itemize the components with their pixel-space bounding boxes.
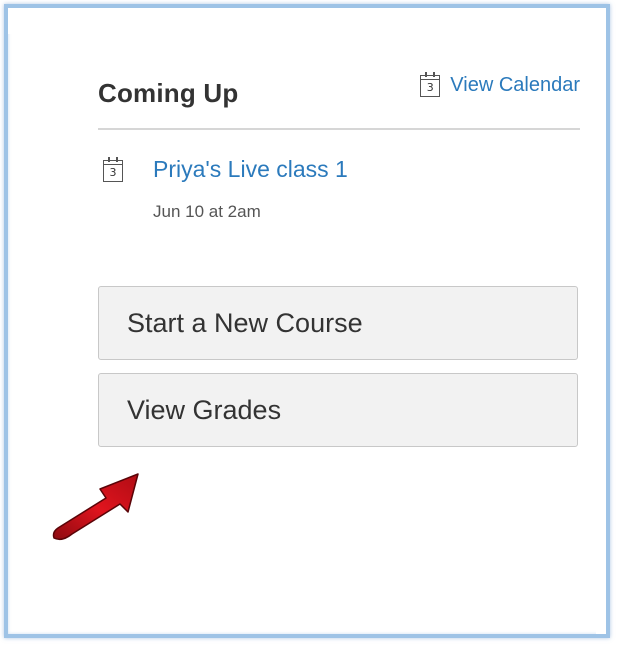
upcoming-event: 3 Priya's Live class 1 Jun 10 at 2am (103, 156, 563, 226)
view-grades-button[interactable]: View Grades (98, 373, 578, 447)
event-calendar-icon-number: 3 (109, 166, 117, 179)
event-date: Jun 10 at 2am (153, 202, 261, 221)
view-calendar-link[interactable]: 3 View Calendar (420, 71, 580, 97)
start-new-course-button[interactable]: Start a New Course (98, 286, 578, 360)
event-title-link[interactable]: Priya's Live class 1 (153, 156, 348, 183)
view-calendar-label: View Calendar (450, 74, 580, 96)
right-edge (596, 34, 606, 634)
coming-up-title: Coming Up (98, 78, 239, 108)
calendar-icon-number: 3 (426, 80, 434, 94)
event-calendar-icon: 3 (103, 157, 123, 182)
calendar-icon: 3 (420, 71, 441, 97)
top-strip (8, 8, 606, 34)
coming-up-header: Coming Up 3 View Calendar (98, 71, 580, 130)
red-arrow-icon (52, 473, 139, 541)
